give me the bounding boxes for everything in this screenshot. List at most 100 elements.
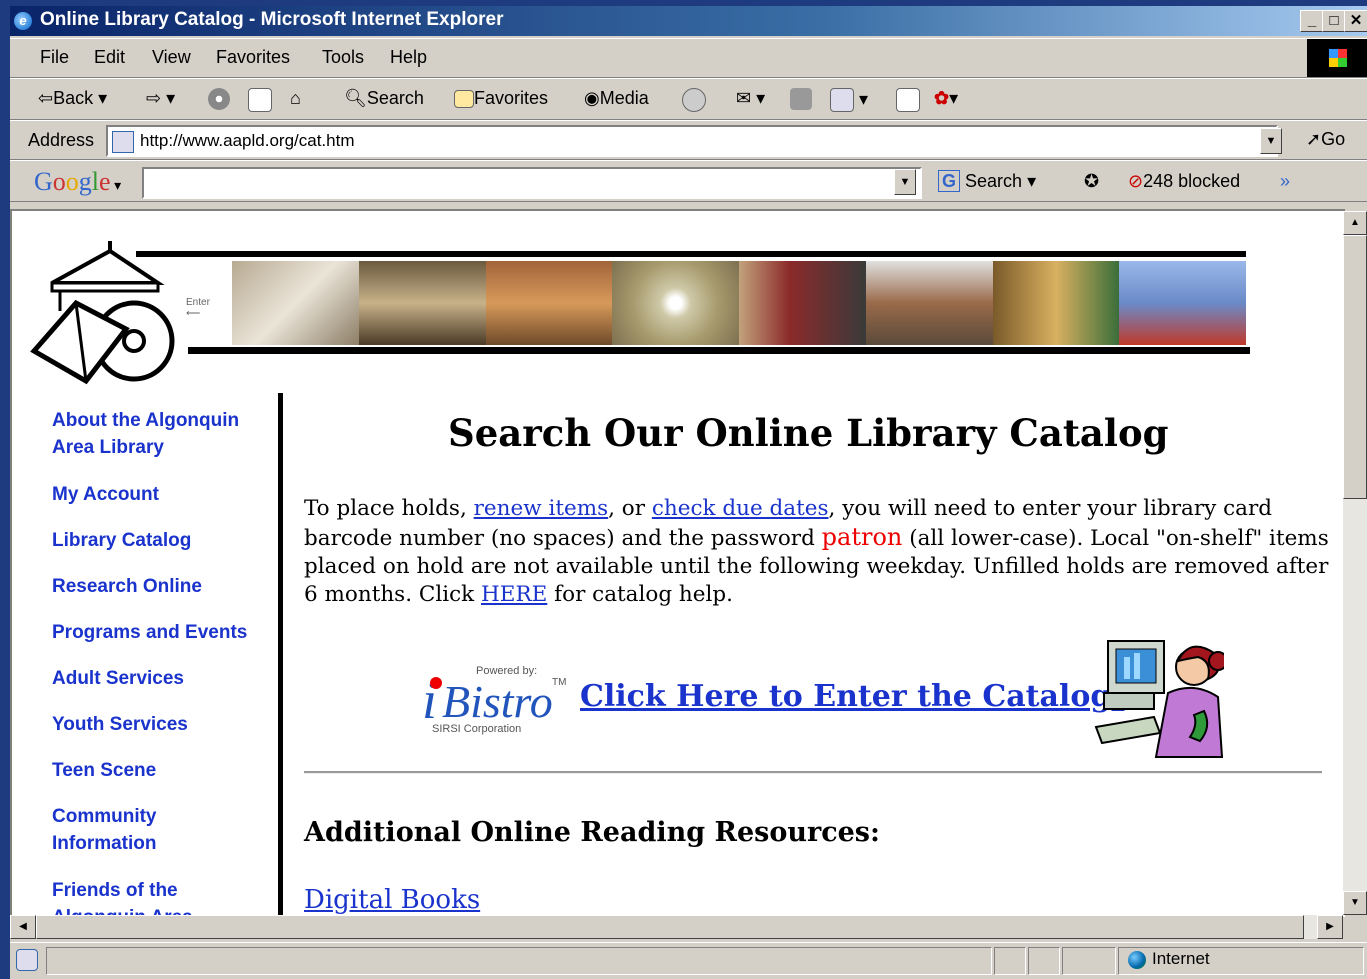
- nav-research-online[interactable]: Research Online: [52, 573, 262, 600]
- popup-blocker-icon: ⊘: [1128, 171, 1144, 191]
- refresh-button[interactable]: [248, 88, 272, 112]
- go-button[interactable]: ➚Go: [1306, 129, 1345, 150]
- nav-library-catalog[interactable]: Library Catalog: [52, 527, 262, 554]
- favorites-icon: [454, 90, 474, 109]
- password-text: patron: [821, 523, 903, 551]
- menu-edit[interactable]: Edit: [94, 47, 125, 68]
- page-content: Enter ⟵ About the Algonquin Area Library …: [10, 209, 1345, 917]
- google-search-button[interactable]: G Search ▾: [938, 170, 1036, 192]
- menu-file[interactable]: File: [40, 47, 69, 68]
- window-title: Online Library Catalog - Microsoft Inter…: [40, 9, 504, 30]
- popup-blocker-button[interactable]: ⊘248 blocked: [1128, 171, 1240, 192]
- google-search-icon: G: [938, 170, 961, 192]
- page-status-icon: [16, 949, 38, 971]
- maximize-button[interactable]: □: [1322, 10, 1346, 32]
- vertical-scrollbar[interactable]: ▲ ▼: [1343, 211, 1367, 915]
- print-button[interactable]: [790, 88, 812, 111]
- scroll-left-arrow-icon[interactable]: ◀: [10, 915, 36, 939]
- section-divider: [304, 771, 1322, 774]
- nav-divider: [278, 393, 283, 917]
- catalog-instructions: To place holds, renew items, or check du…: [304, 496, 1329, 607]
- history-button[interactable]: [682, 88, 706, 112]
- search-icon: 🔍︎: [344, 88, 367, 108]
- history-icon: [682, 88, 706, 112]
- page-title: Search Our Online Library Catalog: [448, 411, 1169, 455]
- ibistro-logo[interactable]: Powered by: i Bistro TM SIRSI Corporatio…: [420, 659, 570, 739]
- banner-bottom-rule: [188, 347, 1250, 354]
- home-button[interactable]: ⌂: [290, 88, 301, 109]
- back-button[interactable]: ⇦Back ▾: [38, 88, 107, 109]
- google-search-input[interactable]: [142, 167, 922, 199]
- media-button[interactable]: ◉Media: [584, 88, 649, 109]
- page-icon: [112, 131, 134, 153]
- address-bar: Address http://www.aapld.org/cat.htm ▼ ➚…: [10, 120, 1367, 160]
- menu-tools[interactable]: Tools: [322, 47, 364, 68]
- vertical-scroll-thumb[interactable]: [1343, 235, 1367, 499]
- home-icon: ⌂: [290, 88, 301, 108]
- scroll-down-arrow-icon[interactable]: ▼: [1343, 891, 1367, 915]
- nav-adult-services[interactable]: Adult Services: [52, 665, 262, 692]
- status-cell-2: [1028, 947, 1060, 975]
- status-text-cell: [46, 947, 992, 975]
- horizontal-scroll-thumb[interactable]: [36, 915, 1304, 939]
- enter-catalog-link[interactable]: Click Here to Enter the Catalog!: [580, 679, 1124, 714]
- nav-friends-of-library[interactable]: Friends of the Algonquin Area: [52, 877, 222, 917]
- go-arrow-icon: ➚: [1306, 129, 1322, 149]
- horizontal-scrollbar[interactable]: ◀ ▶: [10, 915, 1343, 939]
- toolbar-more-button[interactable]: »: [1280, 171, 1290, 192]
- renew-items-link[interactable]: renew items: [474, 496, 608, 521]
- globe-icon: [1128, 950, 1146, 969]
- stop-icon: [208, 88, 230, 111]
- minimize-button[interactable]: _: [1300, 10, 1324, 32]
- menu-view[interactable]: View: [152, 47, 191, 68]
- favorites-button[interactable]: Favorites: [454, 88, 548, 109]
- discuss-icon: [896, 88, 920, 112]
- nav-youth-services[interactable]: Youth Services: [52, 711, 262, 738]
- ie-icon: e: [14, 12, 32, 30]
- close-button[interactable]: ✕: [1344, 10, 1367, 32]
- menu-favorites[interactable]: Favorites: [216, 47, 290, 68]
- address-dropdown-button[interactable]: ▼: [1260, 128, 1282, 154]
- additional-resources-heading: Additional Online Reading Resources:: [304, 817, 880, 848]
- messenger-button[interactable]: ✿▾: [934, 88, 958, 109]
- nav-programs-events[interactable]: Programs and Events: [52, 619, 262, 646]
- forward-button[interactable]: ⇨ ▾: [146, 88, 175, 109]
- address-label: Address: [28, 130, 95, 150]
- digital-books-link[interactable]: Digital Books: [304, 885, 480, 915]
- edit-icon: [830, 88, 854, 112]
- discuss-button[interactable]: [896, 88, 920, 112]
- standard-toolbar: ⇦Back ▾ ⇨ ▾ ⌂ 🔍︎Search Favorites ◉Media …: [10, 78, 1367, 120]
- nav-about-library[interactable]: About the Algonquin Area Library: [52, 407, 262, 461]
- address-input[interactable]: http://www.aapld.org/cat.htm: [106, 125, 1278, 157]
- ibistro-dot-icon: [430, 677, 442, 689]
- banner-enter-label: Enter ⟵: [186, 297, 210, 319]
- catalog-help-link[interactable]: HERE: [481, 582, 547, 607]
- nav-teen-scene[interactable]: Teen Scene: [52, 757, 262, 784]
- scroll-right-arrow-icon[interactable]: ▶: [1317, 915, 1343, 939]
- menu-help[interactable]: Help: [390, 47, 427, 68]
- banner-top-rule: [136, 251, 1246, 257]
- library-logo-icon: [30, 241, 175, 385]
- google-logo[interactable]: Google ▾: [34, 167, 121, 197]
- scroll-up-arrow-icon[interactable]: ▲: [1343, 211, 1367, 235]
- browser-window: e Online Library Catalog - Microsoft Int…: [10, 6, 1367, 979]
- google-dropdown-button[interactable]: ▼: [894, 169, 916, 195]
- computer-user-clipart-icon: [1094, 640, 1224, 758]
- mail-button[interactable]: ✉ ▾: [736, 88, 765, 109]
- status-cell-1: [994, 947, 1026, 975]
- library-photo-banner: [232, 261, 1246, 345]
- nav-my-account[interactable]: My Account: [52, 481, 262, 508]
- nav-community-information[interactable]: Community Information: [52, 803, 222, 857]
- status-cell-3: [1062, 947, 1116, 975]
- title-bar[interactable]: e Online Library Catalog - Microsoft Int…: [10, 6, 1367, 36]
- pagerank-button[interactable]: ✪: [1084, 171, 1099, 192]
- menu-bar: File Edit View Favorites Tools Help: [10, 38, 1367, 78]
- search-button[interactable]: 🔍︎Search: [344, 88, 424, 109]
- address-url[interactable]: http://www.aapld.org/cat.htm: [140, 131, 355, 151]
- media-icon: ◉: [584, 88, 600, 108]
- stop-button[interactable]: [208, 88, 230, 111]
- security-zone: Internet: [1128, 949, 1210, 969]
- check-due-dates-link[interactable]: check due dates: [652, 496, 829, 521]
- back-arrow-icon: ⇦: [38, 88, 54, 108]
- edit-button[interactable]: ▾: [830, 88, 868, 112]
